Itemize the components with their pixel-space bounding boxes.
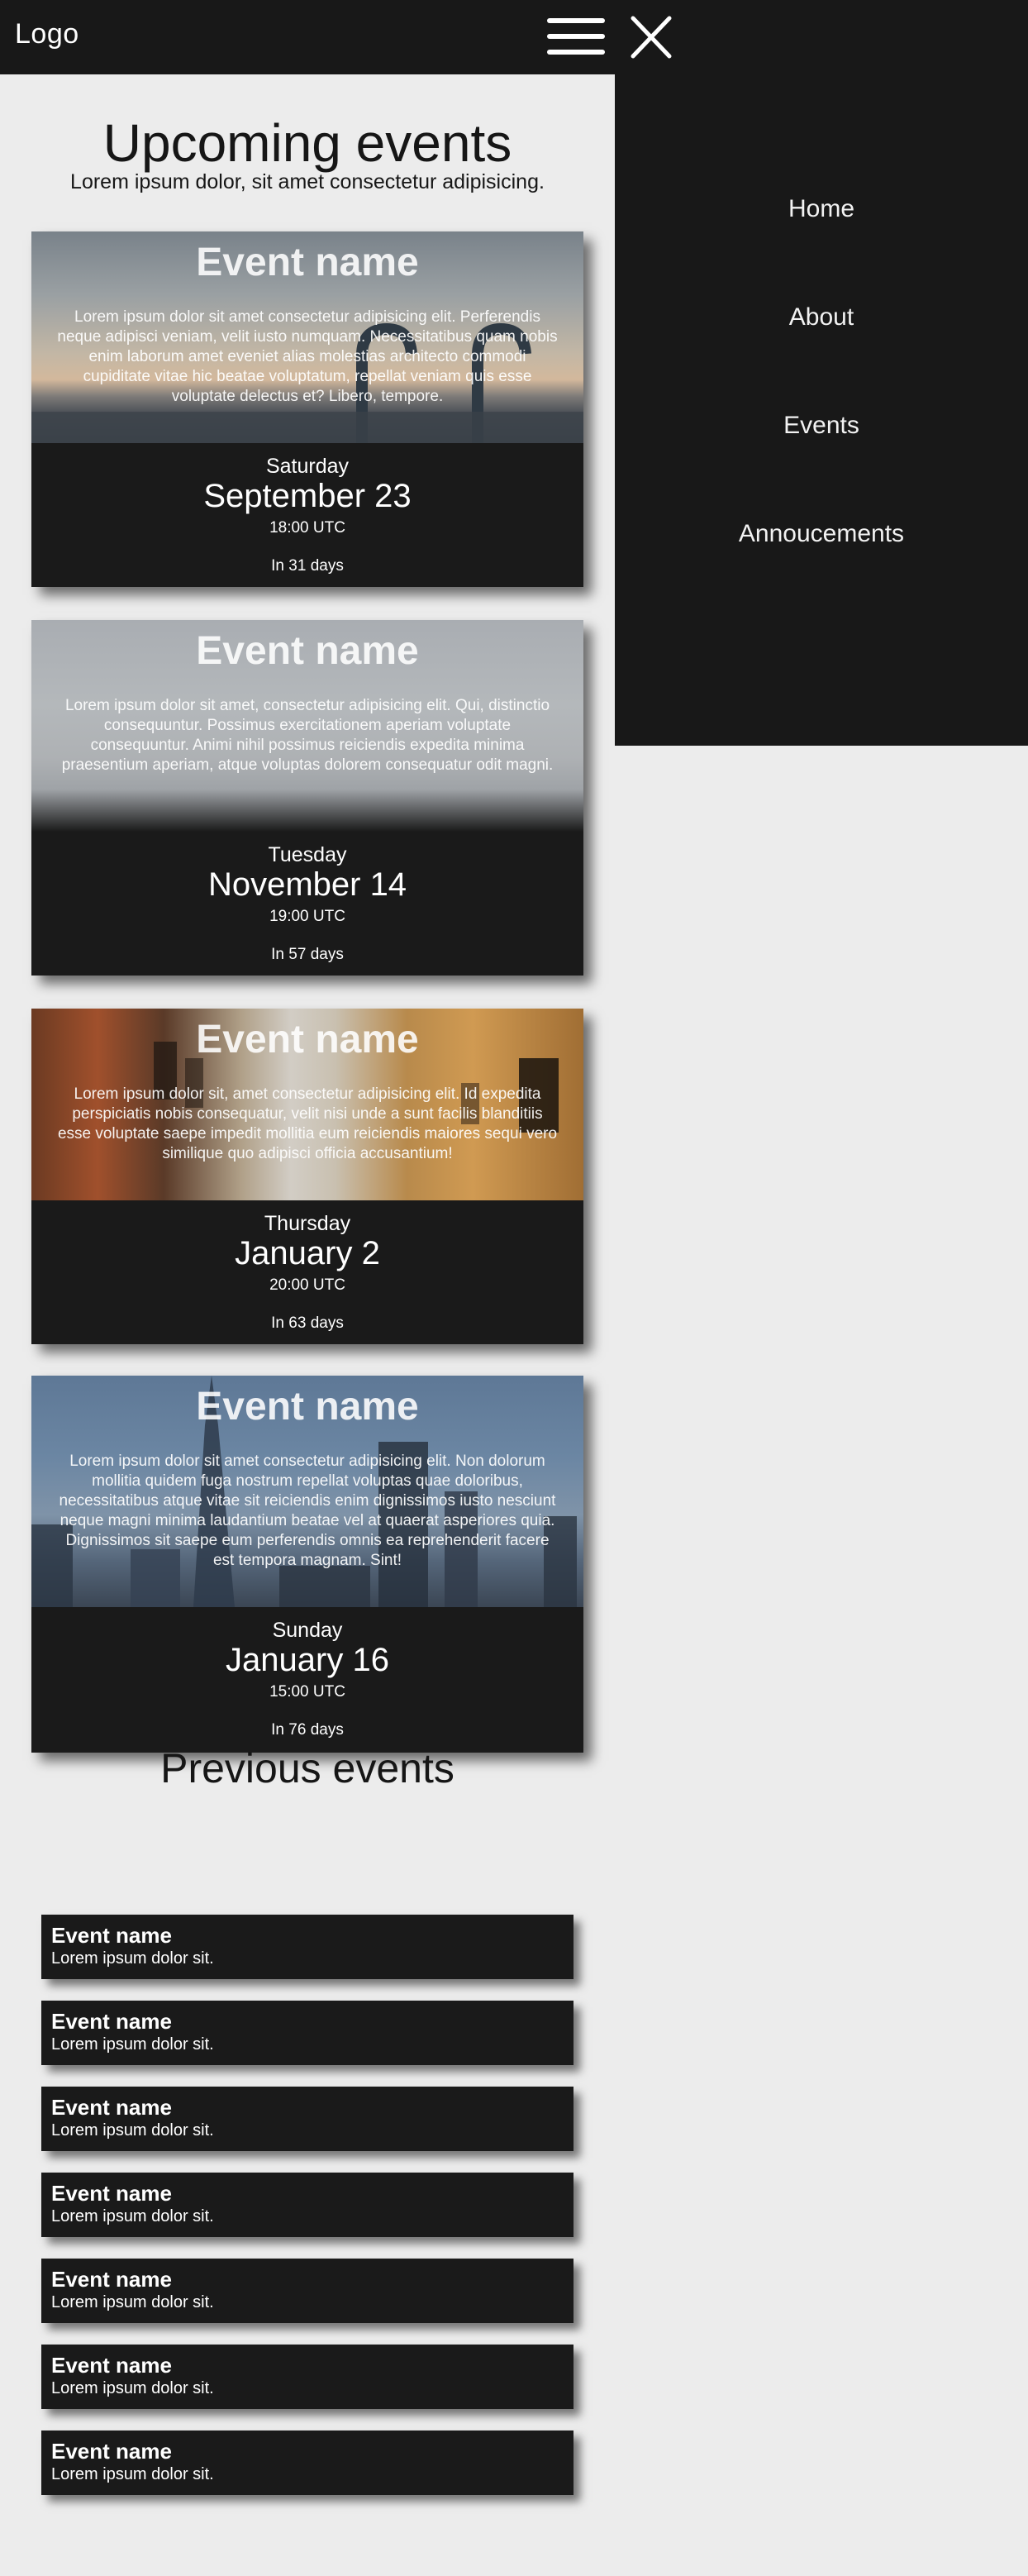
logo[interactable]: Logo — [15, 18, 79, 50]
event-date: January 16 — [226, 1642, 389, 1678]
previous-event-description: Lorem ipsum dolor sit. — [51, 2465, 214, 2483]
event-name: Event name — [196, 1385, 419, 1429]
previous-event-name: Event name — [51, 2353, 172, 2378]
event-details: Tuesday November 14 19:00 UTC In 57 days — [31, 832, 583, 976]
previous-event-description: Lorem ipsum dolor sit. — [51, 2035, 214, 2054]
previous-event-item[interactable]: Event name Lorem ipsum dolor sit. — [41, 2345, 573, 2409]
event-time: 20:00 UTC — [269, 1276, 345, 1294]
event-image: Event name Lorem ipsum dolor sit amet, c… — [31, 620, 583, 832]
event-name: Event name — [196, 1018, 419, 1061]
top-bar: Logo — [0, 0, 1028, 74]
event-description: Lorem ipsum dolor sit amet consectetur a… — [59, 1453, 556, 1569]
event-details: Saturday September 23 18:00 UTC In 31 da… — [31, 443, 583, 587]
event-day: Thursday — [264, 1212, 351, 1235]
previous-event-item[interactable]: Event name Lorem ipsum dolor sit. — [41, 2431, 573, 2495]
hamburger-icon[interactable] — [547, 17, 605, 58]
previous-event-description: Lorem ipsum dolor sit. — [51, 2293, 214, 2311]
page-title: Upcoming events — [102, 113, 512, 173]
event-name: Event name — [196, 241, 419, 284]
event-details: Thursday January 2 20:00 UTC In 63 days — [31, 1200, 583, 1344]
event-day: Saturday — [265, 455, 350, 478]
event-card[interactable]: Event name Lorem ipsum dolor sit amet co… — [31, 1376, 583, 1753]
event-day: Sunday — [272, 1619, 343, 1642]
event-card[interactable]: Event name Lorem ipsum dolor sit amet, c… — [31, 620, 583, 976]
previous-event-name: Event name — [51, 1923, 172, 1948]
event-description: Lorem ipsum dolor sit amet, consectetur … — [61, 697, 554, 774]
nav-item-events[interactable]: Events — [615, 412, 1028, 440]
event-image: Event name Lorem ipsum dolor sit amet co… — [31, 1376, 583, 1607]
nav-item-annoucements[interactable]: Annoucements — [615, 520, 1028, 548]
side-navigation: Home About Events Annoucements — [615, 74, 1028, 746]
close-icon[interactable] — [628, 15, 674, 60]
event-time: 18:00 UTC — [269, 519, 345, 537]
event-countdown: In 57 days — [271, 946, 344, 963]
page: Logo Home About Events Annoucements Upco… — [0, 0, 1028, 2576]
event-image: Event name Lorem ipsum dolor sit amet co… — [31, 231, 583, 443]
previous-event-item[interactable]: Event name Lorem ipsum dolor sit. — [41, 1915, 573, 1979]
nav-item-home[interactable]: Home — [615, 195, 1028, 223]
event-time: 15:00 UTC — [269, 1683, 345, 1701]
previous-event-description: Lorem ipsum dolor sit. — [51, 1949, 214, 1968]
previous-event-name: Event name — [51, 2439, 172, 2464]
event-day: Tuesday — [268, 843, 347, 866]
hamburger-line — [547, 50, 605, 55]
previous-event-item[interactable]: Event name Lorem ipsum dolor sit. — [41, 2259, 573, 2323]
event-description: Lorem ipsum dolor sit, amet consectetur … — [57, 1085, 558, 1162]
event-date: January 2 — [235, 1235, 380, 1271]
event-description: Lorem ipsum dolor sit amet consectetur a… — [57, 308, 558, 405]
previous-event-name: Event name — [51, 2181, 172, 2206]
hamburger-line — [547, 18, 605, 23]
previous-event-item[interactable]: Event name Lorem ipsum dolor sit. — [41, 2087, 573, 2151]
event-countdown: In 31 days — [271, 557, 344, 575]
event-time: 19:00 UTC — [269, 908, 345, 925]
event-date: September 23 — [203, 478, 412, 514]
previous-event-description: Lorem ipsum dolor sit. — [51, 2207, 214, 2225]
nav-item-about[interactable]: About — [615, 303, 1028, 332]
event-date: November 14 — [207, 866, 407, 903]
previous-event-description: Lorem ipsum dolor sit. — [51, 2121, 214, 2140]
event-details: Sunday January 16 15:00 UTC In 76 days — [31, 1607, 583, 1753]
previous-event-name: Event name — [51, 2267, 172, 2292]
hamburger-line — [547, 34, 605, 39]
previous-event-name: Event name — [51, 2009, 172, 2034]
event-card[interactable]: Event name Lorem ipsum dolor sit amet co… — [31, 231, 583, 587]
previous-event-item[interactable]: Event name Lorem ipsum dolor sit. — [41, 2001, 573, 2065]
page-subtitle: Lorem ipsum dolor, sit amet consectetur … — [70, 170, 545, 193]
event-card[interactable]: Event name Lorem ipsum dolor sit, amet c… — [31, 1009, 583, 1344]
previous-event-name: Event name — [51, 2095, 172, 2120]
event-countdown: In 76 days — [271, 1721, 344, 1739]
previous-events-title: Previous events — [160, 1745, 455, 1791]
previous-event-description: Lorem ipsum dolor sit. — [51, 2379, 214, 2397]
previous-event-item[interactable]: Event name Lorem ipsum dolor sit. — [41, 2173, 573, 2237]
event-name: Event name — [196, 629, 419, 673]
event-countdown: In 63 days — [271, 1314, 344, 1332]
event-image: Event name Lorem ipsum dolor sit, amet c… — [31, 1009, 583, 1200]
